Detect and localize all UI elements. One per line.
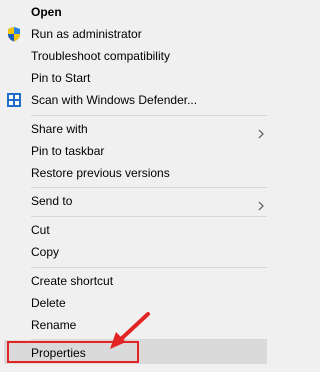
- context-menu: Open Run as administrator Troubleshoot c…: [0, 0, 271, 372]
- menu-separator: [31, 267, 267, 268]
- menu-item-pin-to-taskbar[interactable]: Pin to taskbar: [0, 140, 271, 162]
- menu-item-label: Cut: [31, 223, 50, 237]
- menu-item-copy[interactable]: Copy: [0, 241, 271, 263]
- submenu-chevron-right-icon: [258, 124, 264, 139]
- menu-item-open[interactable]: Open: [0, 1, 271, 23]
- menu-item-share-with[interactable]: Share with: [0, 118, 271, 140]
- menu-item-cut[interactable]: Cut: [0, 219, 271, 241]
- menu-item-restore-previous-versions[interactable]: Restore previous versions: [0, 162, 271, 184]
- menu-item-label: Delete: [31, 296, 66, 310]
- menu-item-scan-with-windows-defender[interactable]: Scan with Windows Defender...: [0, 89, 271, 111]
- menu-item-label: Create shortcut: [31, 274, 114, 288]
- menu-separator: [31, 187, 267, 188]
- menu-item-label: Run as administrator: [31, 27, 142, 41]
- menu-item-label: Share with: [31, 122, 88, 136]
- submenu-chevron-right-icon: [258, 196, 264, 211]
- menu-item-pin-to-start[interactable]: Pin to Start: [0, 67, 271, 89]
- menu-item-run-as-administrator[interactable]: Run as administrator: [0, 23, 271, 45]
- menu-item-label: Troubleshoot compatibility: [31, 49, 170, 63]
- menu-item-create-shortcut[interactable]: Create shortcut: [0, 270, 271, 292]
- menu-separator: [31, 115, 267, 116]
- menu-item-label: Scan with Windows Defender...: [31, 93, 198, 107]
- menu-item-label: Pin to Start: [31, 71, 91, 85]
- menu-item-label: Copy: [31, 245, 60, 259]
- menu-item-label: Restore previous versions: [31, 166, 170, 180]
- menu-item-label: Send to: [31, 194, 73, 208]
- menu-item-label: Open: [31, 5, 62, 19]
- windows-defender-icon: [6, 92, 22, 108]
- red-arrow-icon: [110, 312, 150, 349]
- menu-separator: [31, 216, 267, 217]
- menu-item-troubleshoot-compatibility[interactable]: Troubleshoot compatibility: [0, 45, 271, 67]
- uac-shield-icon: [6, 26, 22, 42]
- menu-item-send-to[interactable]: Send to: [0, 190, 271, 212]
- menu-item-label: Pin to taskbar: [31, 144, 105, 158]
- menu-item-label: Rename: [31, 318, 77, 332]
